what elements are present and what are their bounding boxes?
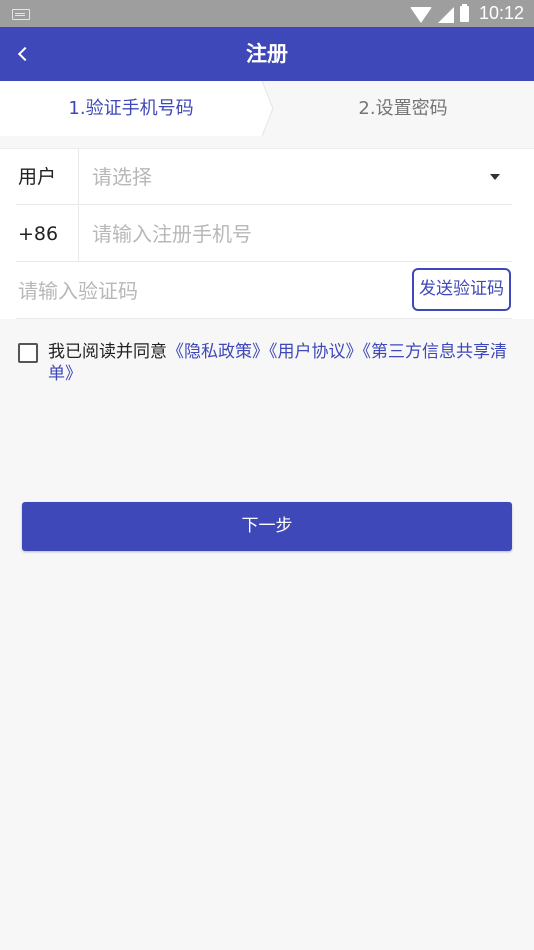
step-1-label: 1.验证手机号码 (68, 98, 194, 119)
step-indicator: 1.验证手机号码 2.设置密码 (0, 81, 534, 136)
app-bar: 注册 (0, 27, 534, 81)
status-bar: 10:12 (0, 0, 534, 27)
divider (16, 261, 512, 262)
phone-input[interactable]: 请输入注册手机号 (92, 206, 494, 262)
divider (16, 204, 512, 205)
user-type-row[interactable]: 用户 请选择 (0, 149, 534, 205)
dropdown-arrow-icon[interactable] (490, 174, 500, 180)
divider (78, 206, 79, 262)
user-agreement-link[interactable]: 《用户协议》 (269, 342, 363, 362)
privacy-policy-link[interactable]: 《隐私政策》 (167, 342, 269, 362)
country-code: +86 (18, 223, 59, 245)
status-time: 10:12 (478, 3, 524, 23)
agreement-checkbox[interactable] (18, 343, 38, 363)
user-type-label: 用户 (18, 166, 57, 188)
wifi-icon (409, 6, 432, 23)
send-code-button[interactable]: 发送验证码 (412, 268, 511, 311)
battery-icon (459, 4, 469, 22)
user-type-select[interactable]: 请选择 (92, 149, 494, 205)
divider (78, 149, 79, 205)
keyboard-icon (12, 9, 30, 20)
signal-icon (437, 6, 454, 23)
verification-code-input[interactable]: 请输入验证码 (18, 263, 388, 319)
registration-form: 用户 请选择 +86 请输入注册手机号 请输入验证码 发送验证码 (0, 148, 534, 319)
next-button[interactable]: 下一步 (22, 502, 512, 551)
agreement-prefix: 我已阅读并同意 (48, 342, 167, 362)
divider (16, 318, 512, 319)
status-icons: 10:12 (409, 0, 524, 27)
agreement-text: 我已阅读并同意《隐私政策》《用户协议》《第三方信息共享清单》 (48, 341, 518, 385)
step-2-label: 2.设置密码 (358, 98, 448, 119)
page-title: 注册 (246, 42, 288, 66)
phone-row: +86 请输入注册手机号 (0, 206, 534, 262)
